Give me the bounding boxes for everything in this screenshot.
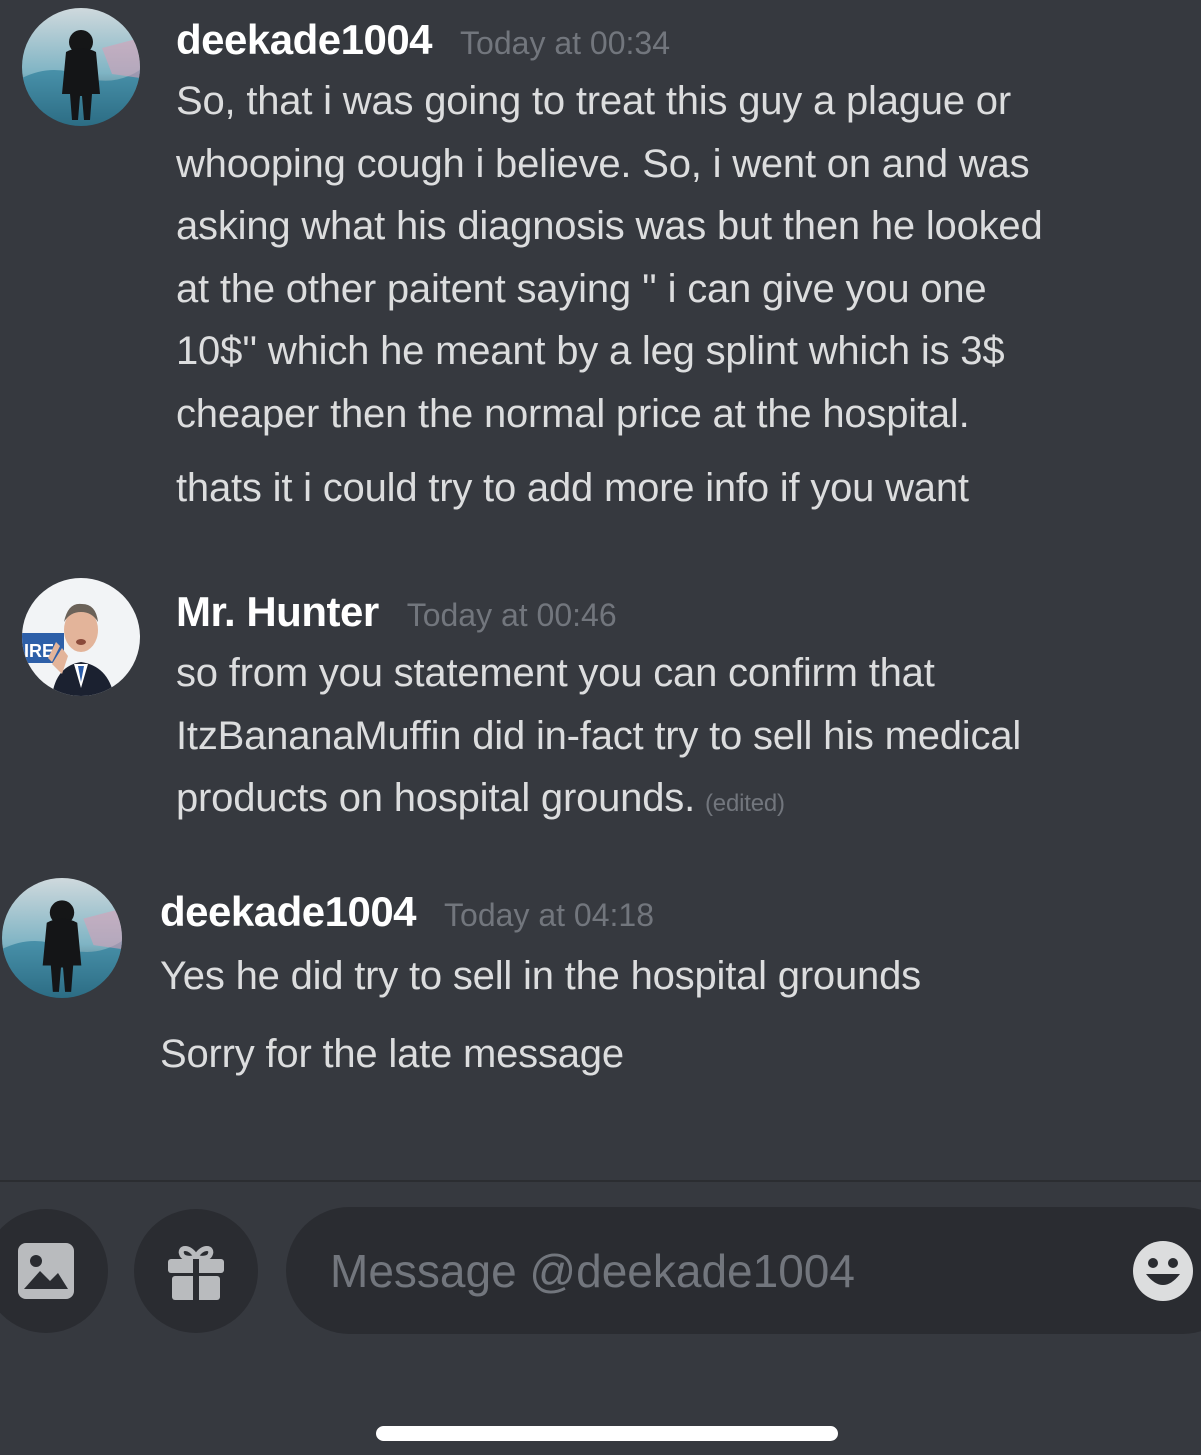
man-in-suit-avatar-icon: IRE bbox=[22, 578, 140, 696]
message-line: asking what his diagnosis was but then h… bbox=[176, 204, 1043, 248]
message-line: ItzBananaMuffin did in-fact try to sell … bbox=[176, 713, 1022, 758]
timestamp: Today at 04:18 bbox=[444, 897, 654, 933]
gift-icon bbox=[168, 1246, 224, 1300]
message-input-container[interactable] bbox=[286, 1207, 1201, 1334]
message-line: products on hospital grounds. (edited) bbox=[176, 767, 1186, 836]
username[interactable]: deekade1004 bbox=[160, 888, 417, 936]
timestamp: Today at 00:46 bbox=[406, 597, 617, 633]
gift-button[interactable] bbox=[134, 1209, 258, 1333]
message-composer bbox=[0, 1182, 1201, 1455]
message-line-text: products on hospital grounds. bbox=[176, 776, 695, 820]
hooded-figure-avatar-icon bbox=[22, 8, 140, 126]
message-input[interactable] bbox=[330, 1207, 1110, 1334]
image-upload-button[interactable] bbox=[0, 1209, 108, 1333]
message-line: so from you statement you can confirm th… bbox=[176, 651, 935, 695]
username[interactable]: deekade1004 bbox=[176, 16, 433, 64]
message-text: so from you statement you can confirm th… bbox=[176, 642, 1186, 836]
edited-label: (edited) bbox=[705, 790, 785, 817]
hooded-figure-avatar-icon bbox=[2, 878, 122, 998]
avatar[interactable] bbox=[2, 878, 122, 998]
message-line: So, that i was going to treat this guy a… bbox=[176, 79, 1011, 123]
image-upload-icon bbox=[18, 1243, 74, 1299]
timestamp: Today at 00:34 bbox=[460, 25, 670, 61]
message-line: at the other paitent saying '' i can giv… bbox=[176, 266, 987, 311]
home-indicator bbox=[376, 1426, 838, 1441]
message-line: 10$'' which he meant by a leg splint whi… bbox=[176, 329, 1005, 373]
emoji-icon[interactable] bbox=[1132, 1240, 1194, 1302]
avatar[interactable] bbox=[22, 8, 140, 126]
message-line: whooping cough i believe. So, i went on … bbox=[176, 141, 1030, 186]
chat-messages: deekade1004 Today at 00:34 So, that i wa… bbox=[0, 0, 1201, 1180]
username[interactable]: Mr. Hunter bbox=[176, 588, 379, 636]
message-line: cheaper then the normal price at the hos… bbox=[176, 391, 970, 436]
message-text: Yes he did try to sell in the hospital g… bbox=[160, 954, 921, 998]
message-text: thats it i could try to add more info if… bbox=[176, 466, 969, 510]
message-text: So, that i was going to treat this guy a… bbox=[176, 70, 1186, 445]
avatar[interactable]: IRE bbox=[22, 578, 140, 696]
message-text: Sorry for the late message bbox=[160, 1032, 624, 1076]
